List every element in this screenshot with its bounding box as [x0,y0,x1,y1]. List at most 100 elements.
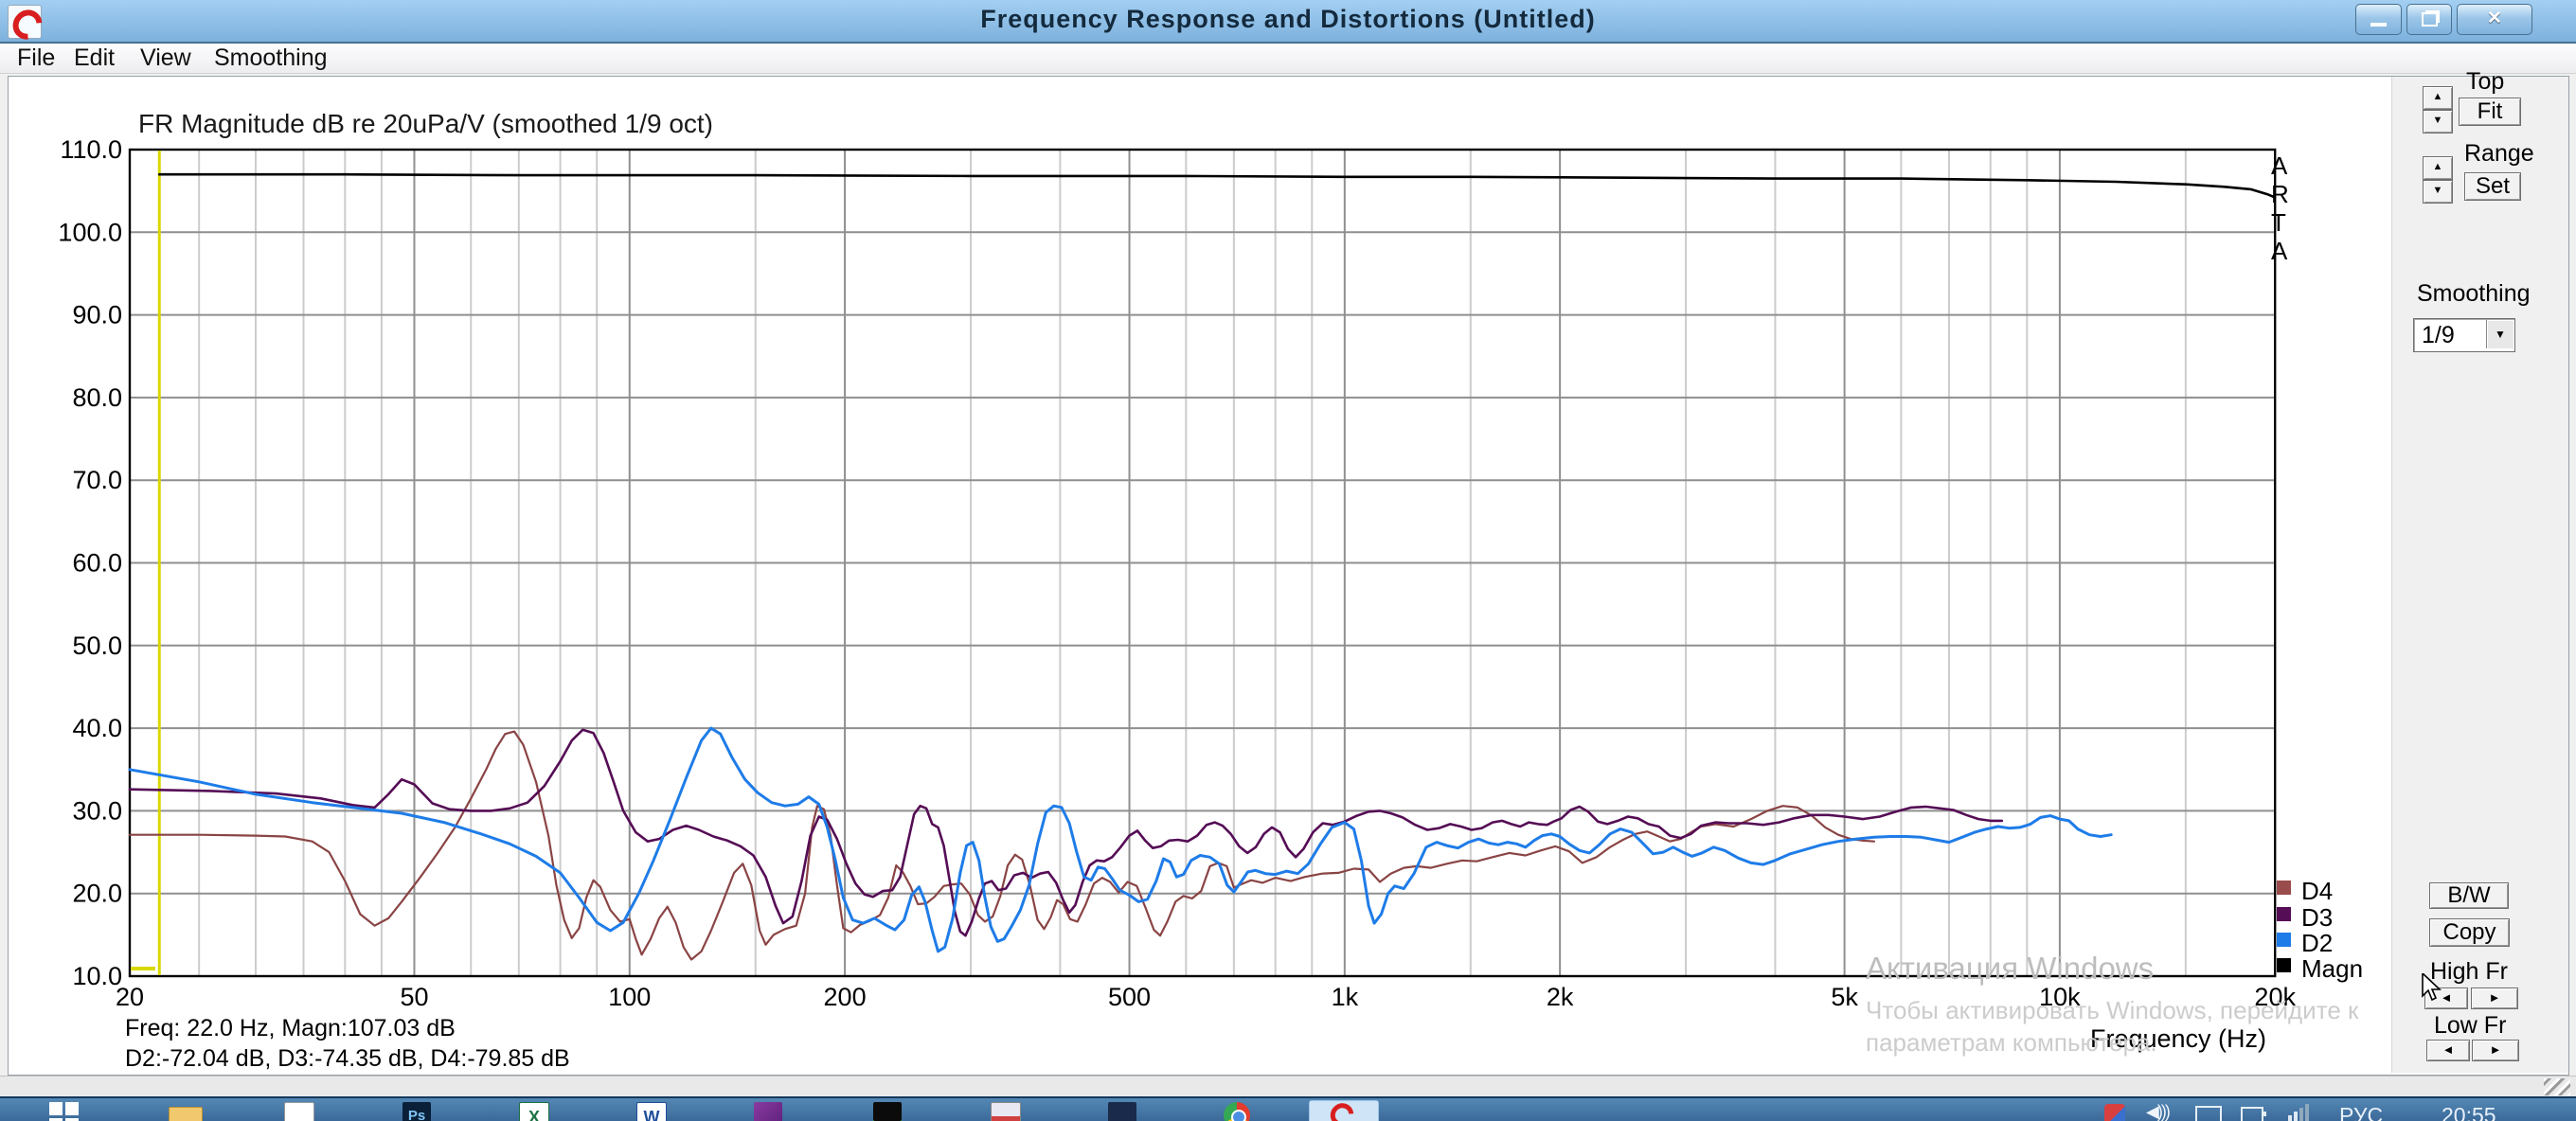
down-arrow-icon: ▼ [2433,185,2443,196]
x-tick-label: 200 [824,983,867,1011]
excel-icon: X [519,1102,549,1121]
tray-network[interactable] [2288,1102,2318,1121]
fit-button[interactable]: Fit [2459,98,2521,126]
right-arrow-icon: ► [2490,1042,2502,1057]
top-label: Top [2466,68,2504,96]
smoothing-value: 1/9 [2422,322,2455,349]
x-tick-label: 500 [1108,983,1151,1011]
chart-canvas[interactable]: 20501002005001k2k5k10k20k110.0100.090.08… [0,0,2576,1121]
taskbar-analyzer[interactable] [991,1102,1021,1121]
chrome-icon [1224,1102,1250,1121]
folder-icon [169,1107,203,1121]
resize-grip[interactable] [2544,1078,2570,1095]
down-arrow-icon: ▼ [2433,115,2443,126]
top-down-spinner[interactable]: ▼ [2423,110,2453,133]
smoothing-label: Smoothing [2417,280,2531,308]
low-fr-label: Low Fr [2434,1012,2506,1040]
tray-app-icon [2104,1104,2125,1121]
taskbar-photoshop[interactable]: Ps [402,1102,433,1121]
cursor-axis-marker [131,967,155,970]
scope-icon [1108,1102,1136,1121]
spectrum-icon [873,1102,902,1121]
taskbar-word[interactable]: W [636,1102,667,1121]
windows-logo-icon [49,1102,80,1121]
y-tick-label: 10.0 [72,962,122,990]
d4-swatch [2277,881,2291,895]
y-tick-label: 50.0 [72,632,122,660]
legend-label: D4 [2301,877,2333,906]
taskbar-chrome[interactable] [1224,1102,1254,1121]
x-tick-label: 1k [1332,983,1359,1011]
taskbar-scope[interactable] [1108,1102,1138,1121]
x-axis-title: Frequency (Hz) [2090,1024,2266,1053]
vegas-icon [754,1102,782,1121]
x-tick-label: 10k [2039,983,2081,1011]
top-up-spinner[interactable]: ▲ [2423,86,2453,110]
legend-label: Magn [2301,954,2363,984]
series-d3-curve [130,730,2002,935]
battery-icon [2241,1107,2263,1121]
cursor-readout-line1: Freq: 22.0 Hz, Magn:107.03 dB [125,1015,456,1042]
arta-corner-text: A R T A [2271,151,2303,265]
clock[interactable]: 20:55 [2442,1103,2496,1121]
taskbar: Ps X W ◀))) РУС 20:55 [0,1096,2576,1121]
y-tick-label: 40.0 [72,714,122,742]
start-button[interactable] [49,1102,80,1121]
chart-title: FR Magnitude dB re 20uPa/V (smoothed 1/9… [138,109,713,138]
range-label: Range [2464,140,2534,168]
y-tick-label: 30.0 [72,796,122,825]
dropdown-arrow-icon[interactable]: ▼ [2486,320,2513,348]
speaker-icon: ◀))) [2146,1102,2169,1121]
series-d4-curve [130,732,1874,960]
arta-icon [1326,1098,1358,1121]
left-arrow-icon: ◄ [2442,1042,2455,1057]
smoothing-dropdown[interactable]: 1/9 ▼ [2413,318,2515,352]
range-down-spinner[interactable]: ▼ [2423,180,2453,204]
series-magn-curve [159,174,2275,197]
y-tick-label: 110.0 [60,135,122,164]
window-bottom-frame [0,1076,2576,1097]
y-tick-label: 60.0 [72,549,122,578]
x-tick-label: 2k [1547,983,1574,1011]
mouse-pointer [2421,973,2449,1005]
signal-bars-icon [2288,1104,2318,1121]
set-button[interactable]: Set [2464,172,2521,201]
x-tick-label: 5k [1831,983,1858,1011]
x-tick-label: 20k [2254,983,2296,1011]
y-tick-label: 100.0 [58,218,122,246]
tray-display[interactable] [2195,1102,2226,1121]
x-tick-label: 50 [400,983,428,1011]
taskbar-arta-active[interactable] [1309,1100,1379,1121]
d3-swatch [2277,907,2291,921]
taskbar-explorer[interactable] [169,1102,199,1121]
d2-swatch [2277,933,2291,947]
up-arrow-icon: ▲ [2433,91,2443,102]
y-tick-label: 80.0 [72,383,122,412]
analyzer-icon [991,1102,1021,1121]
taskbar-cards[interactable] [284,1102,314,1121]
tray-volume[interactable]: ◀))) [2146,1102,2176,1121]
magn-swatch [2277,958,2291,972]
language-indicator[interactable]: РУС [2339,1103,2383,1121]
photoshop-icon: Ps [402,1102,431,1121]
range-up-spinner[interactable]: ▲ [2423,156,2453,180]
low-fr-right-button[interactable]: ► [2472,1040,2519,1061]
taskbar-spectrum[interactable] [873,1102,903,1121]
y-tick-label: 20.0 [72,880,122,908]
y-tick-label: 90.0 [72,301,122,329]
right-arrow-icon: ► [2489,990,2501,1005]
x-tick-label: 100 [608,983,651,1011]
bw-button[interactable]: B/W [2429,882,2509,909]
taskbar-excel[interactable]: X [519,1102,549,1121]
monitor-icon [2195,1106,2222,1121]
app-window: Frequency Response and Distortions (Unti… [0,0,2576,1121]
high-fr-right-button[interactable]: ► [2471,988,2518,1009]
taskbar-vegas[interactable] [754,1102,784,1121]
word-icon: W [636,1102,667,1121]
series-d2-curve [130,728,2111,952]
tray-power[interactable] [2241,1102,2271,1121]
cards-icon [284,1102,314,1121]
tray-arta[interactable] [2104,1102,2135,1121]
copy-button[interactable]: Copy [2429,918,2510,947]
low-fr-left-button[interactable]: ◄ [2426,1040,2470,1061]
